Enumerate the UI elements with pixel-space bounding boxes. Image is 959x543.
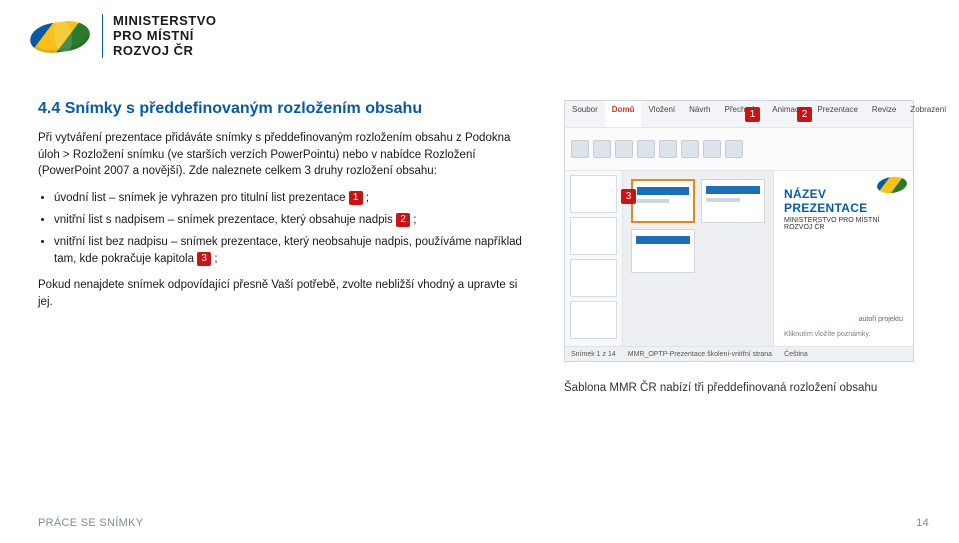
page-header: MINISTERSTVO PRO MÍSTNÍ ROZVOJ ČR — [28, 14, 217, 59]
mmr-logo — [28, 16, 92, 56]
preview-notes-hint: Kliknutím vložíte poznámky. — [784, 331, 903, 338]
figure-column: 1 2 3 Soubor Domů Vložení Návrh Přechody… — [564, 100, 929, 396]
callout-3: 3 — [621, 189, 636, 204]
bullet-text-pre: úvodní list – snímek je vyhrazen pro tit… — [54, 192, 349, 204]
callout-1: 1 — [745, 107, 760, 122]
ribbon-group — [703, 132, 721, 166]
bullet-text-post: ; — [214, 253, 217, 265]
slide-thumb — [570, 175, 617, 213]
layout-icon — [615, 140, 633, 158]
inline-badge-1: 1 — [349, 191, 363, 205]
status-bar: Snímek 1 z 14 MMR_OPTP-Prezentace školen… — [565, 346, 913, 361]
closing-paragraph: Pokud nenajdete snímek odpovídající přes… — [38, 277, 528, 310]
preview-author: autoři projektu — [784, 316, 903, 323]
footer-section: PRÁCE SE SNÍMKY — [38, 517, 143, 529]
bullet-text-pre: vnitřní list bez nadpisu – snímek prezen… — [54, 236, 522, 266]
figure-caption: Šablona MMR ČR nabízí tři předdefinovaná… — [564, 380, 929, 396]
layout-option-content — [631, 229, 695, 273]
status-language: Čeština — [784, 351, 808, 358]
slide-thumb — [570, 217, 617, 255]
paste-icon — [571, 140, 589, 158]
powerpoint-screenshot: 1 2 3 Soubor Domů Vložení Návrh Přechody… — [564, 100, 914, 362]
slide-preview: NÁZEV PREZENTACE MINISTERSTVO PRO MÍSTNÍ… — [773, 171, 913, 346]
arrange-icon — [703, 140, 721, 158]
ribbon-group — [571, 132, 589, 166]
bullet-text-post: ; — [413, 214, 416, 226]
ribbon-tab: Prezentace — [810, 101, 864, 127]
ribbon-tab-active: Domů — [605, 101, 642, 127]
ribbon-groups — [565, 127, 913, 171]
ribbon-tab: Návrh — [682, 101, 717, 127]
ribbon-group — [681, 132, 699, 166]
ribbon-group — [615, 132, 633, 166]
mmr-logo-icon — [876, 175, 908, 195]
org-line-1: MINISTERSTVO — [113, 14, 217, 29]
bullet-item: vnitřní list bez nadpisu – snímek prezen… — [54, 234, 528, 270]
inline-badge-3: 3 — [197, 252, 211, 266]
ribbon-tab: Vložení — [641, 101, 682, 127]
layout-gallery — [623, 171, 773, 346]
slide-thumb — [570, 301, 617, 339]
paragraph-icon — [659, 140, 677, 158]
ribbon-tab: Zobrazení — [903, 101, 953, 127]
ribbon-tab: Revize — [865, 101, 903, 127]
ribbon-tab: Soubor — [565, 101, 605, 127]
slide-thumb — [570, 259, 617, 297]
section-heading: 4.4 Snímky s předdefinovaným rozložením … — [38, 100, 528, 118]
inline-badge-2: 2 — [396, 213, 410, 227]
callout-2: 2 — [797, 107, 812, 122]
layout-option-title — [631, 179, 695, 223]
bullet-item: vnitřní list s nadpisem – snímek prezent… — [54, 212, 528, 230]
ribbon-group — [659, 132, 677, 166]
bullet-text-post: ; — [366, 192, 369, 204]
find-icon — [725, 140, 743, 158]
intro-paragraph: Při vytváření prezentace přidáváte snímk… — [38, 130, 528, 180]
header-divider — [102, 14, 103, 58]
slide-thumbnails — [565, 171, 623, 346]
org-line-3: ROZVOJ ČR — [113, 44, 217, 59]
layout-option-section — [701, 179, 765, 223]
ribbon-group — [725, 132, 743, 166]
org-line-2: PRO MÍSTNÍ — [113, 29, 217, 44]
ribbon-group — [637, 132, 655, 166]
text-column: 4.4 Snímky s předdefinovaným rozložením … — [38, 100, 528, 396]
bullet-item: úvodní list – snímek je vyhrazen pro tit… — [54, 190, 528, 208]
ribbon-group — [593, 132, 611, 166]
org-name: MINISTERSTVO PRO MÍSTNÍ ROZVOJ ČR — [113, 14, 217, 59]
page-footer: PRÁCE SE SNÍMKY 14 — [38, 517, 929, 529]
footer-page-number: 14 — [916, 517, 929, 529]
bullet-list: úvodní list – snímek je vyhrazen pro tit… — [38, 190, 528, 269]
ribbon-tabs: Soubor Domů Vložení Návrh Přechody Anima… — [565, 101, 913, 127]
new-slide-icon — [593, 140, 611, 158]
font-icon — [637, 140, 655, 158]
status-slide-counter: Snímek 1 z 14 — [571, 351, 616, 358]
status-template-name: MMR_OPTP-Prezentace školení-vnitřní stra… — [628, 351, 772, 358]
bullet-text-pre: vnitřní list s nadpisem – snímek prezent… — [54, 214, 396, 226]
preview-subtitle: MINISTERSTVO PRO MÍSTNÍ ROZVOJ ČR — [784, 217, 903, 231]
shapes-icon — [681, 140, 699, 158]
